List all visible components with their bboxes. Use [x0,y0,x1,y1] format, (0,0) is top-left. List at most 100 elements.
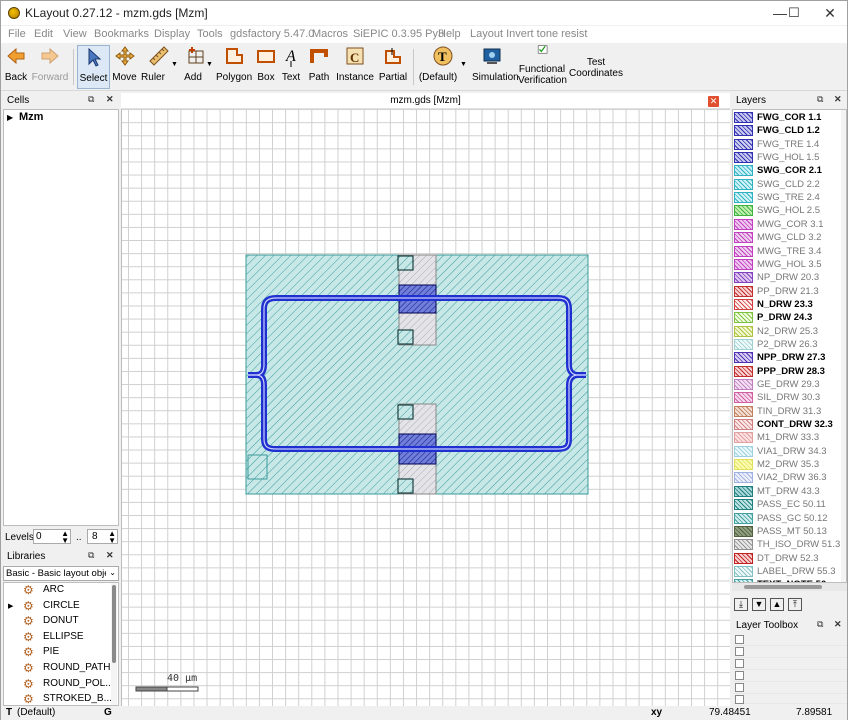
checkbox[interactable] [735,683,744,692]
layer-swatch[interactable] [734,405,753,417]
scrollbar-thumb[interactable] [744,585,822,589]
layer-swatch[interactable] [734,432,753,444]
menu-tools[interactable]: Tools [197,28,223,40]
layer-row[interactable]: M1_DRW 33.3 [733,431,833,444]
toolbox-row[interactable] [734,646,847,658]
add-dropdown-icon[interactable]: ▼ [206,61,213,68]
layer-row[interactable]: TIN_DRW 31.3 [733,405,833,418]
layer-swatch[interactable] [734,459,753,471]
layer-swatch[interactable] [734,112,753,123]
close-icon[interactable]: ✕ [106,94,116,104]
layer-swatch[interactable] [734,352,753,364]
path-button[interactable]: Path [306,45,332,89]
menu-edit[interactable]: Edit [34,28,53,40]
layer-swatch[interactable] [734,325,753,337]
layer-row[interactable]: SWG_TRE 2.4 [733,191,833,204]
instance-button[interactable]: C Instance [336,45,374,89]
toolbox-row[interactable] [734,658,847,670]
layer-row[interactable]: PASS_EC 50.11 [733,498,833,511]
menu-view[interactable]: View [63,28,87,40]
close-tab-icon[interactable]: ✕ [708,96,719,107]
layer-swatch[interactable] [734,285,753,297]
layer-row[interactable]: FWG_TRE 1.4 [733,138,833,151]
move-up-icon[interactable]: ▲ [770,598,784,611]
close-icon[interactable]: ✕ [834,619,844,629]
simulation-button[interactable]: Simulation [472,45,519,89]
layer-swatch[interactable] [734,312,753,324]
box-button[interactable]: Box [255,45,277,89]
layer-swatch[interactable] [734,192,753,204]
menu-gdsfactory[interactable]: gdsfactory 5.47.0 [230,28,314,40]
layer-swatch[interactable] [734,485,753,497]
toolbox-row[interactable] [734,682,847,694]
toolbox-row[interactable] [734,670,847,682]
layer-swatch[interactable] [734,392,753,404]
layer-swatch[interactable] [734,365,753,377]
layer-row[interactable]: MWG_CLD 3.2 [733,231,833,244]
layer-swatch[interactable] [734,125,753,137]
menu-help[interactable]: Help [438,28,461,40]
forward-button[interactable]: Forward [31,45,69,89]
layer-row[interactable]: VIA2_DRW 36.3 [733,471,833,484]
layer-swatch[interactable] [734,205,753,217]
move-to-top-icon[interactable]: ⤒ [788,598,802,611]
layer-swatch[interactable] [734,565,753,577]
layer-row[interactable]: NP_DRW 20.3 [733,271,833,284]
layer-swatch[interactable] [734,419,753,431]
levels-to-input[interactable]: 8 ▲ ▼ [87,529,118,545]
layer-swatch[interactable] [734,499,753,511]
menu-siepic[interactable]: SiEPIC 0.3.95 Py3 [353,28,444,40]
menu-display[interactable]: Display [154,28,190,40]
layer-row[interactable]: MT_DRW 43.3 [733,485,833,498]
layer-row[interactable]: MWG_TRE 3.4 [733,245,833,258]
layer-row[interactable]: CONT_DRW 32.3 [733,418,833,431]
layer-swatch[interactable] [734,232,753,244]
menu-file[interactable]: File [8,28,26,40]
text-button[interactable]: A Text [280,45,302,89]
move-to-bottom-icon[interactable]: ⤓ [734,598,748,611]
layer-swatch[interactable] [734,165,753,177]
layer-row[interactable]: SWG_COR 2.1 [733,164,833,177]
levels-from-input[interactable]: 0 ▲ ▼ [33,529,71,545]
toolbox-row[interactable] [734,694,847,704]
ruler-dropdown-icon[interactable]: ▼ [171,61,178,68]
default-dropdown-icon[interactable]: ▼ [460,61,467,68]
layer-swatch[interactable] [734,379,753,390]
float-icon[interactable]: ⧉ [817,94,827,104]
layer-row[interactable]: VIA1_DRW 34.3 [733,445,833,458]
toolbox-row[interactable] [734,634,847,646]
layer-swatch[interactable] [734,152,753,164]
layout-canvas[interactable]: 40 µm [121,93,730,707]
scrollbar-thumb[interactable] [112,585,116,663]
layer-row[interactable]: MWG_COR 3.1 [733,218,833,231]
layer-row[interactable]: FWG_CLD 1.2 [733,124,833,137]
layer-row[interactable]: TH_ISO_DRW 51.3 [733,538,840,551]
layer-row[interactable]: N2_DRW 25.3 [733,325,833,338]
select-button[interactable]: Select [77,45,110,89]
layer-row[interactable]: MWG_HOL 3.5 [733,258,833,271]
close-icon[interactable]: ✕ [834,94,844,104]
layer-row[interactable]: M2_DRW 35.3 [733,458,833,471]
layer-row[interactable]: P_DRW 24.3 [733,311,833,324]
menu-layout-invert[interactable]: Layout Invert tone resist [470,28,587,40]
scrollbar[interactable] [841,110,846,582]
layer-row[interactable]: SWG_HOL 2.5 [733,204,833,217]
move-down-icon[interactable]: ▼ [752,598,766,611]
layer-swatch[interactable] [734,512,753,524]
layer-swatch[interactable] [734,539,753,551]
default-style-button[interactable]: T (Default) ▼ [417,45,469,89]
checkbox[interactable] [735,647,744,656]
float-icon[interactable]: ⧉ [817,619,827,629]
functional-verification-button[interactable]: Functional Verification [518,45,567,89]
layer-swatch[interactable] [734,472,753,484]
menu-bookmarks[interactable]: Bookmarks [94,28,149,40]
layer-row[interactable]: SWG_CLD 2.2 [733,178,833,191]
layer-row[interactable]: NPP_DRW 27.3 [733,351,833,364]
layer-row[interactable]: DT_DRW 52.3 [733,552,833,565]
checkbox[interactable] [735,671,744,680]
spin-arrows-icon[interactable]: ▲ ▼ [61,530,69,545]
float-icon[interactable]: ⧉ [88,94,98,104]
expand-arrow-icon[interactable]: ▶ [7,113,13,122]
layer-swatch[interactable] [734,338,753,350]
float-icon[interactable]: ⧉ [88,550,98,560]
